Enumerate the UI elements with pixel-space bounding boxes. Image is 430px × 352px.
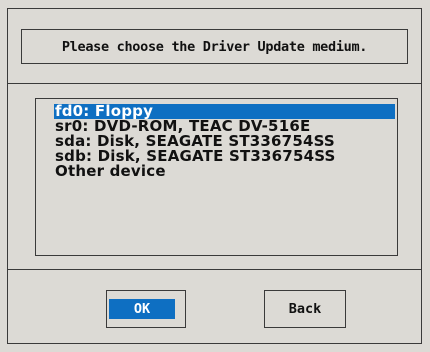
back-button-label: Back [288, 301, 322, 317]
ok-button-label: OK [109, 299, 175, 319]
list-item-other-device[interactable]: Other device [55, 164, 166, 179]
prompt-box: Please choose the Driver Update medium. [21, 29, 408, 64]
driver-update-dialog: Please choose the Driver Update medium. … [0, 0, 430, 352]
back-button[interactable]: Back [264, 290, 346, 328]
divider-bottom [7, 269, 422, 270]
device-listbox[interactable]: fd0: Floppy sr0: DVD-ROM, TEAC DV-516E s… [35, 98, 398, 256]
divider-top [7, 83, 422, 84]
prompt-text: Please choose the Driver Update medium. [61, 38, 368, 55]
ok-button[interactable]: OK [106, 290, 186, 328]
